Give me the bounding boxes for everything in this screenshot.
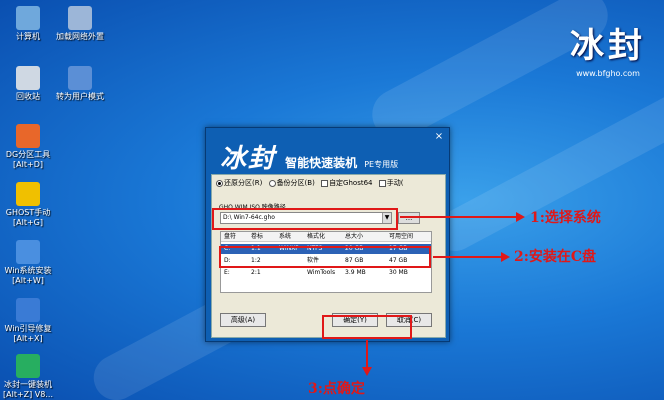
column-header: 盘符 bbox=[224, 233, 237, 240]
option-custom-ghost[interactable]: 自定Ghost64 bbox=[321, 179, 373, 187]
arrow-step2 bbox=[433, 256, 503, 258]
column-header: 卷标 bbox=[251, 233, 264, 240]
option-backup-label: 备份分区(B) bbox=[276, 179, 315, 187]
windows-install-icon bbox=[16, 240, 40, 264]
window-title: 冰封 智能快速装机 PE专用版 bbox=[220, 138, 398, 175]
desktop-icon-label: Win引导修复 bbox=[4, 324, 52, 333]
table-cell: WimTools bbox=[307, 269, 336, 276]
mode-options: 还原分区(R) 备份分区(B) 自定Ghost64 手动( bbox=[216, 178, 407, 188]
title-edition: PE专用版 bbox=[364, 160, 399, 169]
checkbox-custom-ghost[interactable] bbox=[321, 179, 329, 187]
table-cell: 30 MB bbox=[389, 269, 408, 276]
highlight-image-path bbox=[212, 208, 398, 230]
arrow-step2-head bbox=[501, 252, 510, 262]
table-header: 盘符 卷标 系统 格式化 总大小 可用空间 bbox=[221, 232, 431, 242]
column-header: 可用空间 bbox=[389, 233, 414, 240]
desktop-icon-computer[interactable]: 计算机 bbox=[0, 6, 56, 42]
option-manual-label: 手动( bbox=[386, 179, 404, 187]
desktop-icon-label: 加载网络外置 bbox=[56, 32, 104, 41]
ghost-icon bbox=[16, 182, 40, 206]
desktop-icon-load-network[interactable]: 加载网络外置 bbox=[52, 6, 108, 42]
annotation-step3: 3:点确定 bbox=[308, 381, 365, 397]
desktop-icon-label: DG分区工具 bbox=[5, 150, 51, 159]
brand-title: 冰封 bbox=[570, 26, 646, 66]
network-icon bbox=[68, 6, 92, 30]
column-header: 总大小 bbox=[345, 233, 364, 240]
browse-button[interactable]: ... bbox=[398, 212, 420, 224]
brand-watermark: 冰封 www.bfgho.com bbox=[570, 18, 646, 78]
diskgenius-icon bbox=[16, 124, 40, 148]
column-header: 系统 bbox=[279, 233, 292, 240]
desktop-icon-label: GHOST手动 bbox=[5, 208, 51, 217]
desktop-icon-one-key-install[interactable]: 冰封一键装机 [Alt+Z] V8... bbox=[0, 354, 56, 400]
desktop-icon-hotkey: [Alt+Z] V8... bbox=[3, 390, 53, 399]
arrow-step1-head bbox=[516, 212, 525, 222]
annotation-step2: 2:安装在C盘 bbox=[514, 249, 597, 265]
table-row[interactable]: E: 2:1 WimTools 3.9 MB 30 MB bbox=[221, 268, 431, 278]
option-restore-label: 还原分区(R) bbox=[224, 179, 263, 187]
desktop-icon-label: 转为用户模式 bbox=[56, 92, 104, 101]
radio-backup[interactable] bbox=[268, 179, 276, 187]
installer-window: × 冰封 智能快速装机 PE专用版 还原分区(R) 备份分区(B) 自定Ghos… bbox=[205, 127, 450, 342]
annotation-step1: 1:选择系统 bbox=[530, 210, 601, 226]
one-key-install-icon bbox=[16, 354, 40, 378]
computer-icon bbox=[16, 6, 40, 30]
desktop-icon-label: 回收站 bbox=[16, 92, 40, 101]
table-cell: 2:1 bbox=[251, 269, 261, 276]
desktop-icon-label: 冰封一键装机 bbox=[4, 380, 52, 389]
desktop-icon-label: 计算机 bbox=[16, 32, 40, 41]
table-cell: 3.9 MB bbox=[345, 269, 366, 276]
option-backup[interactable]: 备份分区(B) bbox=[268, 179, 315, 187]
arrow-step3-head bbox=[362, 367, 372, 376]
wallpaper-streak bbox=[428, 81, 664, 259]
desktop-icon-win-install[interactable]: Win系统安装 [Alt+W] bbox=[0, 240, 56, 286]
option-manual[interactable]: 手动( bbox=[378, 179, 404, 187]
desktop-icon-hotkey: [Alt+D] bbox=[13, 160, 43, 169]
desktop-icon-ghost[interactable]: GHOST手动 [Alt+G] bbox=[0, 182, 56, 228]
arrow-step3 bbox=[366, 340, 368, 368]
shortcut-arrow-icon bbox=[68, 66, 92, 90]
column-header: 格式化 bbox=[307, 233, 326, 240]
desktop-icon-hotkey: [Alt+G] bbox=[13, 218, 43, 227]
option-restore[interactable]: 还原分区(R) bbox=[216, 179, 262, 187]
desktop-icon-hotkey: [Alt+X] bbox=[13, 334, 43, 343]
desktop-icon-label: Win系统安装 bbox=[4, 266, 52, 275]
brand-url: www.bfgho.com bbox=[576, 69, 640, 78]
boot-repair-icon bbox=[16, 298, 40, 322]
arrow-step1 bbox=[400, 216, 518, 218]
desktop-icon-user-mode[interactable]: 转为用户模式 bbox=[52, 66, 108, 102]
desktop-icon-recycle-bin[interactable]: 回收站 bbox=[0, 66, 56, 102]
option-custom-ghost-label: 自定Ghost64 bbox=[329, 179, 373, 187]
desktop-icon-boot-repair[interactable]: Win引导修复 [Alt+X] bbox=[0, 298, 56, 344]
recycle-bin-icon bbox=[16, 66, 40, 90]
desktop-icon-hotkey: [Alt+W] bbox=[12, 276, 44, 285]
advanced-button[interactable]: 高级(A) bbox=[220, 313, 266, 327]
close-icon[interactable]: × bbox=[433, 131, 445, 143]
radio-restore[interactable] bbox=[216, 179, 223, 187]
desktop-icon-dg-partition[interactable]: DG分区工具 [Alt+D] bbox=[0, 124, 56, 170]
highlight-ok-button bbox=[322, 315, 412, 339]
table-cell: E: bbox=[224, 269, 230, 276]
title-sub: 智能快速装机 bbox=[285, 156, 358, 170]
highlight-partition-c bbox=[219, 246, 431, 268]
title-main: 冰封 bbox=[220, 144, 277, 174]
checkbox-manual[interactable] bbox=[378, 179, 386, 187]
